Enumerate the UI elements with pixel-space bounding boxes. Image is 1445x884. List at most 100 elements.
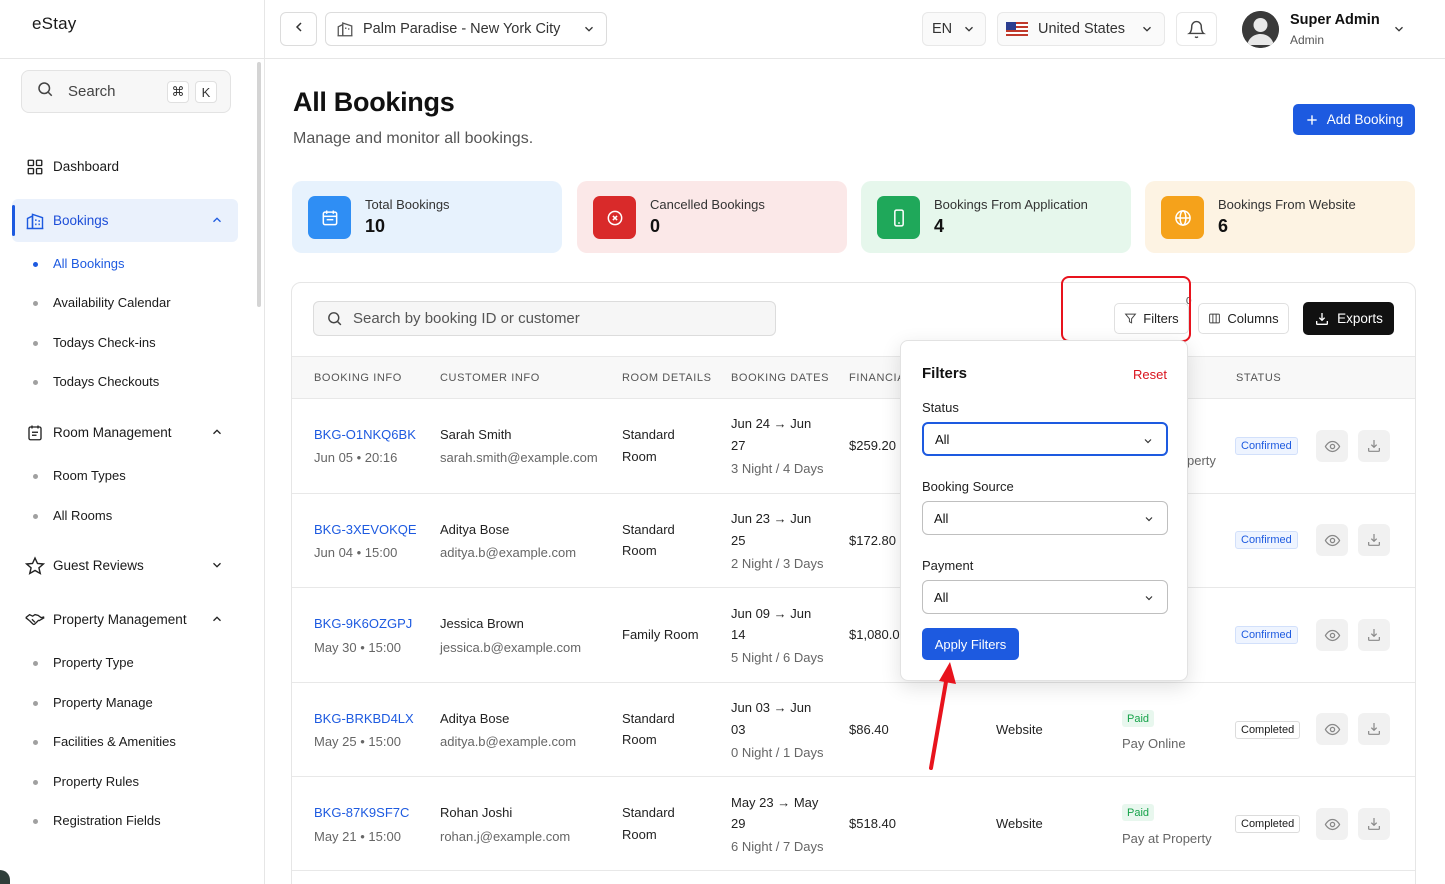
row-divider: [292, 493, 1415, 494]
sidebar-item-property-management[interactable]: Property Management: [12, 598, 238, 641]
chevron-down-icon[interactable]: [1392, 22, 1406, 41]
sidebar-sub-todays-checkins[interactable]: Todays Check-ins: [33, 335, 156, 350]
view-button[interactable]: [1316, 524, 1348, 556]
sidebar-sub-property-rules[interactable]: Property Rules: [33, 774, 139, 789]
customer-email: jessica.b@example.com: [440, 640, 582, 655]
add-booking-button[interactable]: Add Booking: [1293, 104, 1415, 135]
notifications-button[interactable]: [1176, 12, 1217, 46]
sidebar-sub-property-type[interactable]: Property Type: [33, 655, 134, 670]
booking-dates-2: 27: [731, 438, 746, 453]
download-button[interactable]: [1358, 524, 1390, 556]
chevron-down-icon[interactable]: [210, 558, 224, 575]
user-name: Super Admin: [1290, 12, 1380, 28]
filters-dropdown: Filters Reset Status All Booking Source …: [900, 340, 1188, 681]
amount: $518.40: [849, 816, 896, 831]
payment-status-badge: Paid: [1122, 710, 1155, 727]
sidebar-sub-all-bookings[interactable]: All Bookings: [33, 256, 125, 271]
booking-dates-2: 25: [731, 533, 746, 548]
sidebar-item-guest-reviews[interactable]: Guest Reviews: [12, 544, 238, 587]
handshake-icon: [25, 610, 45, 630]
property-selector[interactable]: Palm Paradise - New York City: [325, 12, 607, 46]
chevron-down-icon: [1142, 435, 1154, 450]
nights: 5 Night / 6 Days: [731, 650, 824, 665]
sidebar-sub-facilities-amenities[interactable]: Facilities & Amenities: [33, 734, 176, 749]
sidebar-item-label: Bookings: [53, 213, 109, 228]
sidebar-search-label: Search: [68, 83, 116, 100]
sidebar-item-bookings[interactable]: Bookings: [12, 199, 238, 242]
nights: 0 Night / 1 Days: [731, 745, 824, 760]
chevron-up-icon[interactable]: [210, 213, 224, 230]
download-icon: [1368, 723, 1380, 735]
payment-method: Pay Online: [1122, 736, 1186, 751]
download-button[interactable]: [1358, 713, 1390, 745]
view-button[interactable]: [1316, 619, 1348, 651]
sidebar-sub-property-manage[interactable]: Property Manage: [33, 695, 153, 710]
room-type: Standard: [622, 427, 675, 442]
room-type-2: Room: [622, 827, 657, 842]
payment-select[interactable]: All: [922, 580, 1168, 614]
sidebar-sub-availability-calendar[interactable]: Availability Calendar: [33, 295, 171, 310]
language-selector[interactable]: EN: [922, 12, 986, 46]
annotation-arrow: [929, 662, 956, 770]
avatar[interactable]: [1242, 11, 1279, 48]
status-select[interactable]: All: [922, 422, 1168, 456]
sidebar-scrollbar[interactable]: [257, 62, 261, 307]
sidebar-item-label: Property Management: [53, 612, 187, 627]
booking-search-input[interactable]: Search by booking ID or customer: [313, 301, 776, 336]
booking-id-link[interactable]: BKG-9K6OZGPJ: [314, 616, 412, 631]
columns-label: Columns: [1227, 311, 1279, 326]
booking-dates: Jun 24 → Jun: [731, 416, 812, 431]
globe-icon: [1161, 196, 1204, 239]
customer-name: Jessica Brown: [440, 616, 524, 631]
booking-id-link[interactable]: BKG-87K9SF7C: [314, 805, 409, 820]
status-badge: Confirmed: [1235, 437, 1298, 455]
customer-email: aditya.b@example.com: [440, 734, 577, 749]
chevron-down-icon: [962, 22, 976, 40]
chevron-up-icon[interactable]: [210, 425, 224, 442]
filters-title: Filters: [922, 365, 968, 382]
reset-filters-link[interactable]: Reset: [1133, 367, 1167, 382]
download-button[interactable]: [1358, 619, 1390, 651]
download-button[interactable]: [1358, 430, 1390, 462]
sidebar-item-room-management[interactable]: Room Management: [12, 411, 238, 454]
columns-button[interactable]: Columns: [1198, 303, 1289, 334]
booking-dates: May 23 → May: [731, 795, 819, 810]
sidebar-sub-registration-fields[interactable]: Registration Fields: [33, 813, 161, 828]
sidebar-item-dashboard[interactable]: Dashboard: [12, 145, 238, 188]
booking-id-link[interactable]: BKG-3XEVOKQE: [314, 522, 417, 537]
payment-method: Pay at Property: [1122, 831, 1212, 846]
booking-dates: Jun 09 → Jun: [731, 606, 812, 621]
payment-label: Payment: [922, 558, 974, 573]
booking-id-link[interactable]: BKG-O1NKQ6BK: [314, 427, 416, 442]
chevron-up-icon[interactable]: [210, 612, 224, 629]
sidebar-sub-all-rooms[interactable]: All Rooms: [32, 508, 112, 523]
exports-label: Exports: [1337, 311, 1383, 326]
sidebar-sub-todays-checkouts[interactable]: Todays Checkouts: [32, 374, 159, 389]
chevron-down-icon: [1143, 513, 1155, 528]
download-icon: [1368, 534, 1380, 546]
booking-source-select[interactable]: All: [922, 501, 1168, 535]
back-button[interactable]: [280, 12, 317, 46]
booking-dates-2: 29: [731, 816, 746, 831]
view-button[interactable]: [1316, 713, 1348, 745]
download-button[interactable]: [1358, 808, 1390, 840]
amount: $1,080.0: [849, 627, 900, 642]
status-badge: Confirmed: [1235, 626, 1298, 644]
plus-icon: [1305, 113, 1319, 127]
sidebar-search[interactable]: Search ⌘ K: [21, 70, 231, 113]
status-select-value: All: [935, 431, 950, 447]
booking-id-link[interactable]: BKG-BRKBD4LX: [314, 711, 414, 726]
cmd-key: ⌘: [167, 81, 189, 103]
view-button[interactable]: [1316, 808, 1348, 840]
exports-button[interactable]: Exports: [1303, 302, 1394, 335]
apply-filters-button[interactable]: Apply Filters: [922, 628, 1019, 660]
columns-icon: [1208, 312, 1221, 325]
country-selector[interactable]: United States: [997, 12, 1165, 46]
sidebar-sub-room-types[interactable]: Room Types: [33, 468, 126, 483]
cancel-circle-icon: [593, 196, 636, 239]
app-logo: eStay: [32, 14, 77, 33]
amount: $172.80: [849, 533, 896, 548]
room-type: Standard: [622, 711, 675, 726]
row-divider: [292, 776, 1415, 777]
view-button[interactable]: [1316, 430, 1348, 462]
